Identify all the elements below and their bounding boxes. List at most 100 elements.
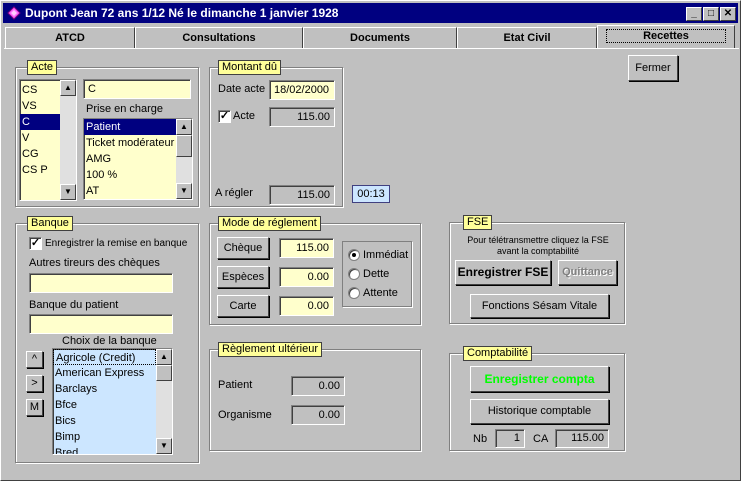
maximize-button[interactable]: □	[703, 7, 719, 21]
radio-attente-label: Attente	[363, 287, 398, 299]
fse-info-line1: Pour télétransmettre cliquez la FSE	[467, 235, 609, 245]
prise-en-charge-item[interactable]: AT	[84, 183, 176, 199]
radio-dette-label: Dette	[363, 268, 390, 280]
scroll-up-icon[interactable]: ▲	[176, 119, 192, 135]
bank-item[interactable]: Bfce	[53, 397, 156, 413]
bank-next-button[interactable]: >	[26, 375, 43, 392]
bank-modify-button[interactable]: M	[26, 399, 43, 416]
banque-patient-label: Banque du patient	[29, 299, 119, 311]
radio-attente[interactable]	[348, 287, 360, 299]
prise-en-charge-list[interactable]: Patient Ticket modérateur AMG 100 % AT ▲ ▼	[83, 118, 193, 200]
tab-recettes-label: Recettes	[606, 29, 726, 43]
acte-code-item[interactable]: VS	[20, 98, 60, 114]
autres-tireurs-field[interactable]	[29, 273, 173, 293]
acte-code-list[interactable]: CS VS C V CG CS P ▲ ▼	[19, 79, 77, 201]
title-bar[interactable]: Dupont Jean 72 ans 1/12 Né le dimanche 1…	[3, 3, 738, 23]
date-acte-field[interactable]: 18/02/2000	[269, 80, 335, 100]
ca-label: CA	[533, 433, 549, 445]
ulterieur-organisme-field: 0.00	[291, 405, 345, 425]
acte-checkbox[interactable]: ✓	[218, 110, 231, 123]
especes-field[interactable]: 0.00	[279, 267, 334, 287]
montant-legend: Montant dû	[218, 60, 282, 75]
tab-documents[interactable]: Documents	[303, 27, 457, 49]
window-title: Dupont Jean 72 ans 1/12 Né le dimanche 1…	[25, 6, 339, 20]
autres-tireurs-label: Autres tireurs des chèques	[29, 257, 160, 269]
nb-field: 1	[495, 429, 525, 448]
a-regler-label: A régler	[215, 187, 253, 199]
tab-atcd[interactable]: ATCD	[5, 27, 135, 49]
ulterieur-organisme-label: Organisme	[218, 409, 272, 421]
a-regler-field: 115.00	[269, 185, 335, 205]
radio-immediat-label: Immédiat	[363, 249, 409, 261]
minimize-button[interactable]: _	[686, 7, 702, 21]
quittance-button[interactable]: Quittance	[558, 260, 617, 285]
mode-reglement-legend: Mode de réglement	[218, 216, 321, 231]
remise-banque-label: Enregistrer la remise en banque	[45, 238, 188, 249]
acte-code-scrollbar[interactable]: ▲ ▼	[60, 80, 76, 200]
ca-field: 115.00	[555, 429, 609, 448]
prise-en-charge-item[interactable]: 100 %	[84, 167, 176, 183]
acte-code-item[interactable]: CS	[20, 82, 60, 98]
bank-list[interactable]: Agricole (Credit) American Express Barclay…	[52, 348, 173, 455]
radio-immediat[interactable]	[348, 249, 360, 261]
prise-en-charge-label: Prise en charge	[86, 103, 164, 115]
fermer-button[interactable]: Fermer	[628, 55, 678, 81]
remise-banque-checkbox[interactable]: ✓	[29, 237, 42, 250]
prise-en-charge-item[interactable]: AMG	[84, 151, 176, 167]
fse-legend: FSE	[463, 215, 493, 230]
prise-en-charge-item[interactable]: Ticket modérateur	[84, 135, 176, 151]
acte-code-item[interactable]: CG	[20, 146, 60, 162]
enregistrer-fse-button[interactable]: Enregistrer FSE	[455, 260, 551, 285]
bank-item[interactable]: American Express	[53, 365, 156, 381]
main-window: Dupont Jean 72 ans 1/12 Né le dimanche 1…	[0, 0, 741, 481]
acte-code-item[interactable]: CS P	[20, 162, 60, 178]
bank-item[interactable]: Bics	[53, 413, 156, 429]
bank-item[interactable]: Bimp	[53, 429, 156, 445]
bank-item[interactable]: Barclays	[53, 381, 156, 397]
acte-legend: Acte	[27, 60, 58, 75]
reglement-ulterieur-group	[209, 349, 421, 451]
date-acte-label: Date acte	[218, 83, 266, 95]
prise-en-charge-item[interactable]: Patient	[84, 119, 176, 135]
tab-etat-civil[interactable]: Etat Civil	[457, 27, 597, 49]
bank-item[interactable]: Agricole (Credit)	[53, 349, 156, 365]
sesam-vitale-button[interactable]: Fonctions Sésam Vitale	[470, 294, 609, 318]
close-window-button[interactable]: ✕	[720, 7, 736, 21]
scroll-thumb[interactable]	[176, 135, 192, 157]
especes-button[interactable]: Espèces	[217, 266, 269, 288]
banque-patient-field[interactable]	[29, 314, 173, 334]
fse-info-line2: avant la comptabilité	[496, 246, 580, 256]
scroll-thumb[interactable]	[156, 365, 172, 381]
acte-code-field[interactable]: C	[83, 79, 191, 99]
tab-consultations[interactable]: Consultations	[135, 27, 303, 49]
bank-scrollbar[interactable]: ▲ ▼	[156, 349, 172, 454]
scroll-up-icon[interactable]: ▲	[156, 349, 172, 365]
acte-amount-field: 115.00	[269, 107, 335, 127]
enregistrer-compta-button[interactable]: Enregistrer compta	[470, 366, 609, 392]
cheque-field[interactable]: 115.00	[279, 238, 334, 258]
banque-legend: Banque	[27, 216, 73, 231]
scroll-down-icon[interactable]: ▼	[176, 183, 192, 199]
nb-label: Nb	[473, 433, 488, 445]
carte-field[interactable]: 0.00	[279, 296, 334, 316]
app-icon	[7, 6, 21, 20]
scroll-up-icon[interactable]: ▲	[60, 80, 76, 96]
prise-scrollbar[interactable]: ▲ ▼	[176, 119, 192, 199]
timer-display: 00:13	[352, 185, 390, 203]
ulterieur-patient-label: Patient	[218, 379, 253, 391]
acte-code-item[interactable]: C	[20, 114, 60, 130]
radio-dette[interactable]	[348, 268, 360, 280]
acte-code-item[interactable]: V	[20, 130, 60, 146]
carte-button[interactable]: Carte	[217, 295, 269, 317]
cheque-button[interactable]: Chèque	[217, 237, 269, 259]
ulterieur-patient-field: 0.00	[291, 376, 345, 396]
scroll-down-icon[interactable]: ▼	[156, 438, 172, 454]
reglement-ulterieur-legend: Règlement ultérieur	[218, 342, 322, 357]
acte-checkbox-label: Acte	[233, 110, 256, 122]
choix-banque-label: Choix de la banque	[62, 335, 157, 347]
scroll-down-icon[interactable]: ▼	[60, 184, 76, 200]
historique-comptable-button[interactable]: Historique comptable	[470, 399, 609, 424]
tab-recettes[interactable]: Recettes	[597, 25, 735, 49]
bank-up-button[interactable]: ^	[26, 351, 43, 368]
bank-item[interactable]: Bred	[53, 445, 156, 454]
